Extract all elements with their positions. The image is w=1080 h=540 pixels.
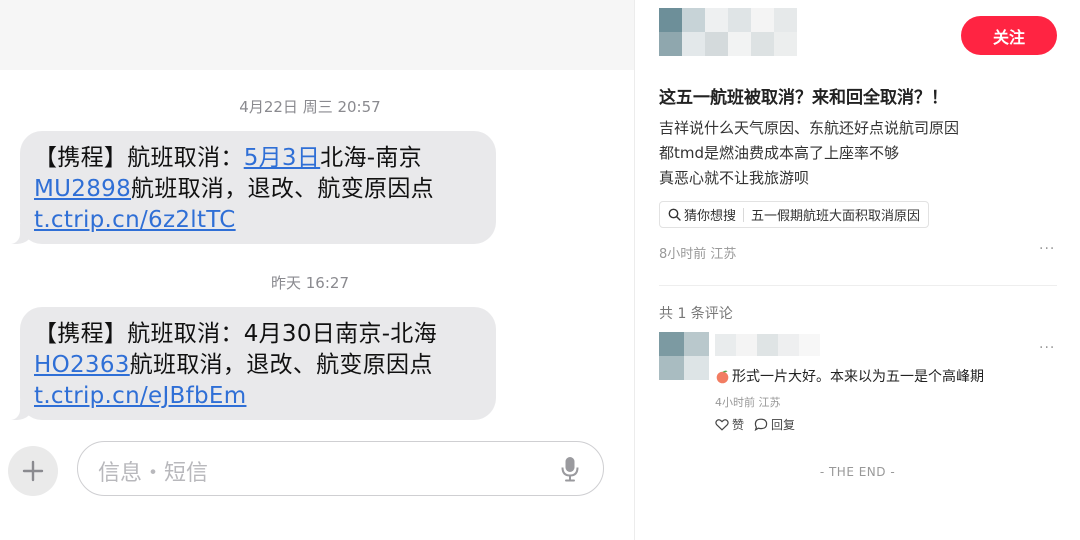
comment-text: 形式一片大好。本来以为五一是个高峰期 — [732, 369, 984, 385]
post-body-line: 吉祥说什么天气原因、东航还好点说航司原因 — [659, 119, 960, 137]
search-chip-label: 猜你想搜 — [684, 209, 737, 224]
post-body-line: 真恶心就不让我旅游呗 — [659, 169, 810, 187]
comment-text-row: 形式一片大好。本来以为五一是个高峰期 — [715, 366, 984, 386]
comment-bubble-icon — [754, 418, 768, 431]
message-line: t.ctrip.cn/eJBfbEm — [34, 381, 482, 412]
flight-number-link[interactable]: MU2898 — [34, 176, 131, 202]
author-avatar-mosaic[interactable] — [659, 8, 797, 56]
plus-icon — [22, 460, 44, 482]
like-button[interactable]: 赞 — [715, 416, 744, 433]
sms-panel: 4月22日 周三 20:57 【携程】航班取消：5月3日北海-南京 MU2898… — [0, 0, 634, 540]
section-divider — [659, 285, 1057, 286]
post-body-line: 都tmd是燃油费成本高了上座率不够 — [659, 144, 900, 162]
sms-header — [0, 0, 634, 70]
message-text: 航班取消，退改、航变原因点 — [131, 176, 434, 202]
message-text: 【携程】航班取消：4月30日南京-北海 — [34, 321, 437, 347]
message-bubble: 【携程】航班取消：5月3日北海-南京 MU2898航班取消，退改、航变原因点 t… — [0, 131, 496, 244]
post-title: 这五一航班被取消？来和回全取消？！ — [659, 88, 948, 108]
message-timestamp: 4月22日 周三 20:57 — [239, 98, 381, 116]
comment-meta: 4小时前 江苏 — [715, 396, 781, 409]
message-timestamp: 昨天 16:27 — [271, 274, 349, 292]
heart-icon — [715, 419, 729, 431]
comments-count: 共 1 条评论 — [659, 306, 733, 322]
commenter-name-mosaic — [715, 334, 820, 356]
like-label: 赞 — [732, 418, 745, 432]
commenter-avatar-mosaic[interactable] — [659, 332, 709, 380]
post-panel: 关注 这五一航班被取消？来和回全取消？！ 吉祥说什么天气原因、东航还好点说航司原… — [635, 0, 1080, 540]
message-line: MU2898航班取消，退改、航变原因点 — [34, 174, 482, 205]
search-icon — [668, 208, 681, 221]
reply-label: 回复 — [771, 418, 796, 432]
flight-number-link[interactable]: HO2363 — [34, 352, 130, 378]
message-line: 【携程】航班取消：5月3日北海-南京 — [34, 143, 482, 174]
post-meta: 8小时前 江苏 — [659, 247, 737, 262]
message-line: HO2363航班取消，退改、航变原因点 — [34, 350, 482, 381]
url-link[interactable]: t.ctrip.cn/eJBfbEm — [34, 383, 246, 409]
message-text: 【携程】航班取消： — [34, 145, 244, 171]
message-line: t.ctrip.cn/6z2ltTC — [34, 205, 482, 236]
comment-more-icon[interactable]: ··· — [1039, 340, 1055, 356]
date-link[interactable]: 5月3日 — [244, 145, 320, 171]
search-chip-query: 五一假期航班大面积取消原因 — [751, 209, 921, 224]
url-link[interactable]: t.ctrip.cn/6z2ltTC — [34, 207, 236, 233]
message-input[interactable]: 信息・短信 — [77, 441, 604, 496]
follow-button[interactable]: 关注 — [961, 16, 1057, 55]
suggested-search-chip[interactable]: 猜你想搜 五一假期航班大面积取消原因 — [659, 201, 930, 228]
peach-emoji-icon — [716, 370, 729, 383]
message-text: 北海-南京 — [320, 145, 422, 171]
message-input-placeholder: 信息・短信 — [98, 461, 209, 486]
chip-separator — [743, 207, 745, 222]
comment-actions: 赞 回复 — [715, 416, 805, 433]
more-options-icon[interactable]: ··· — [1039, 241, 1055, 257]
message-bubble: 【携程】航班取消：4月30日南京-北海 HO2363航班取消，退改、航变原因点 … — [0, 307, 496, 420]
message-text: 航班取消，退改、航变原因点 — [129, 352, 433, 378]
add-attachment-button[interactable] — [8, 446, 58, 496]
end-marker: - THE END - — [819, 465, 896, 479]
reply-button[interactable]: 回复 — [754, 416, 795, 433]
microphone-icon[interactable] — [561, 456, 579, 482]
